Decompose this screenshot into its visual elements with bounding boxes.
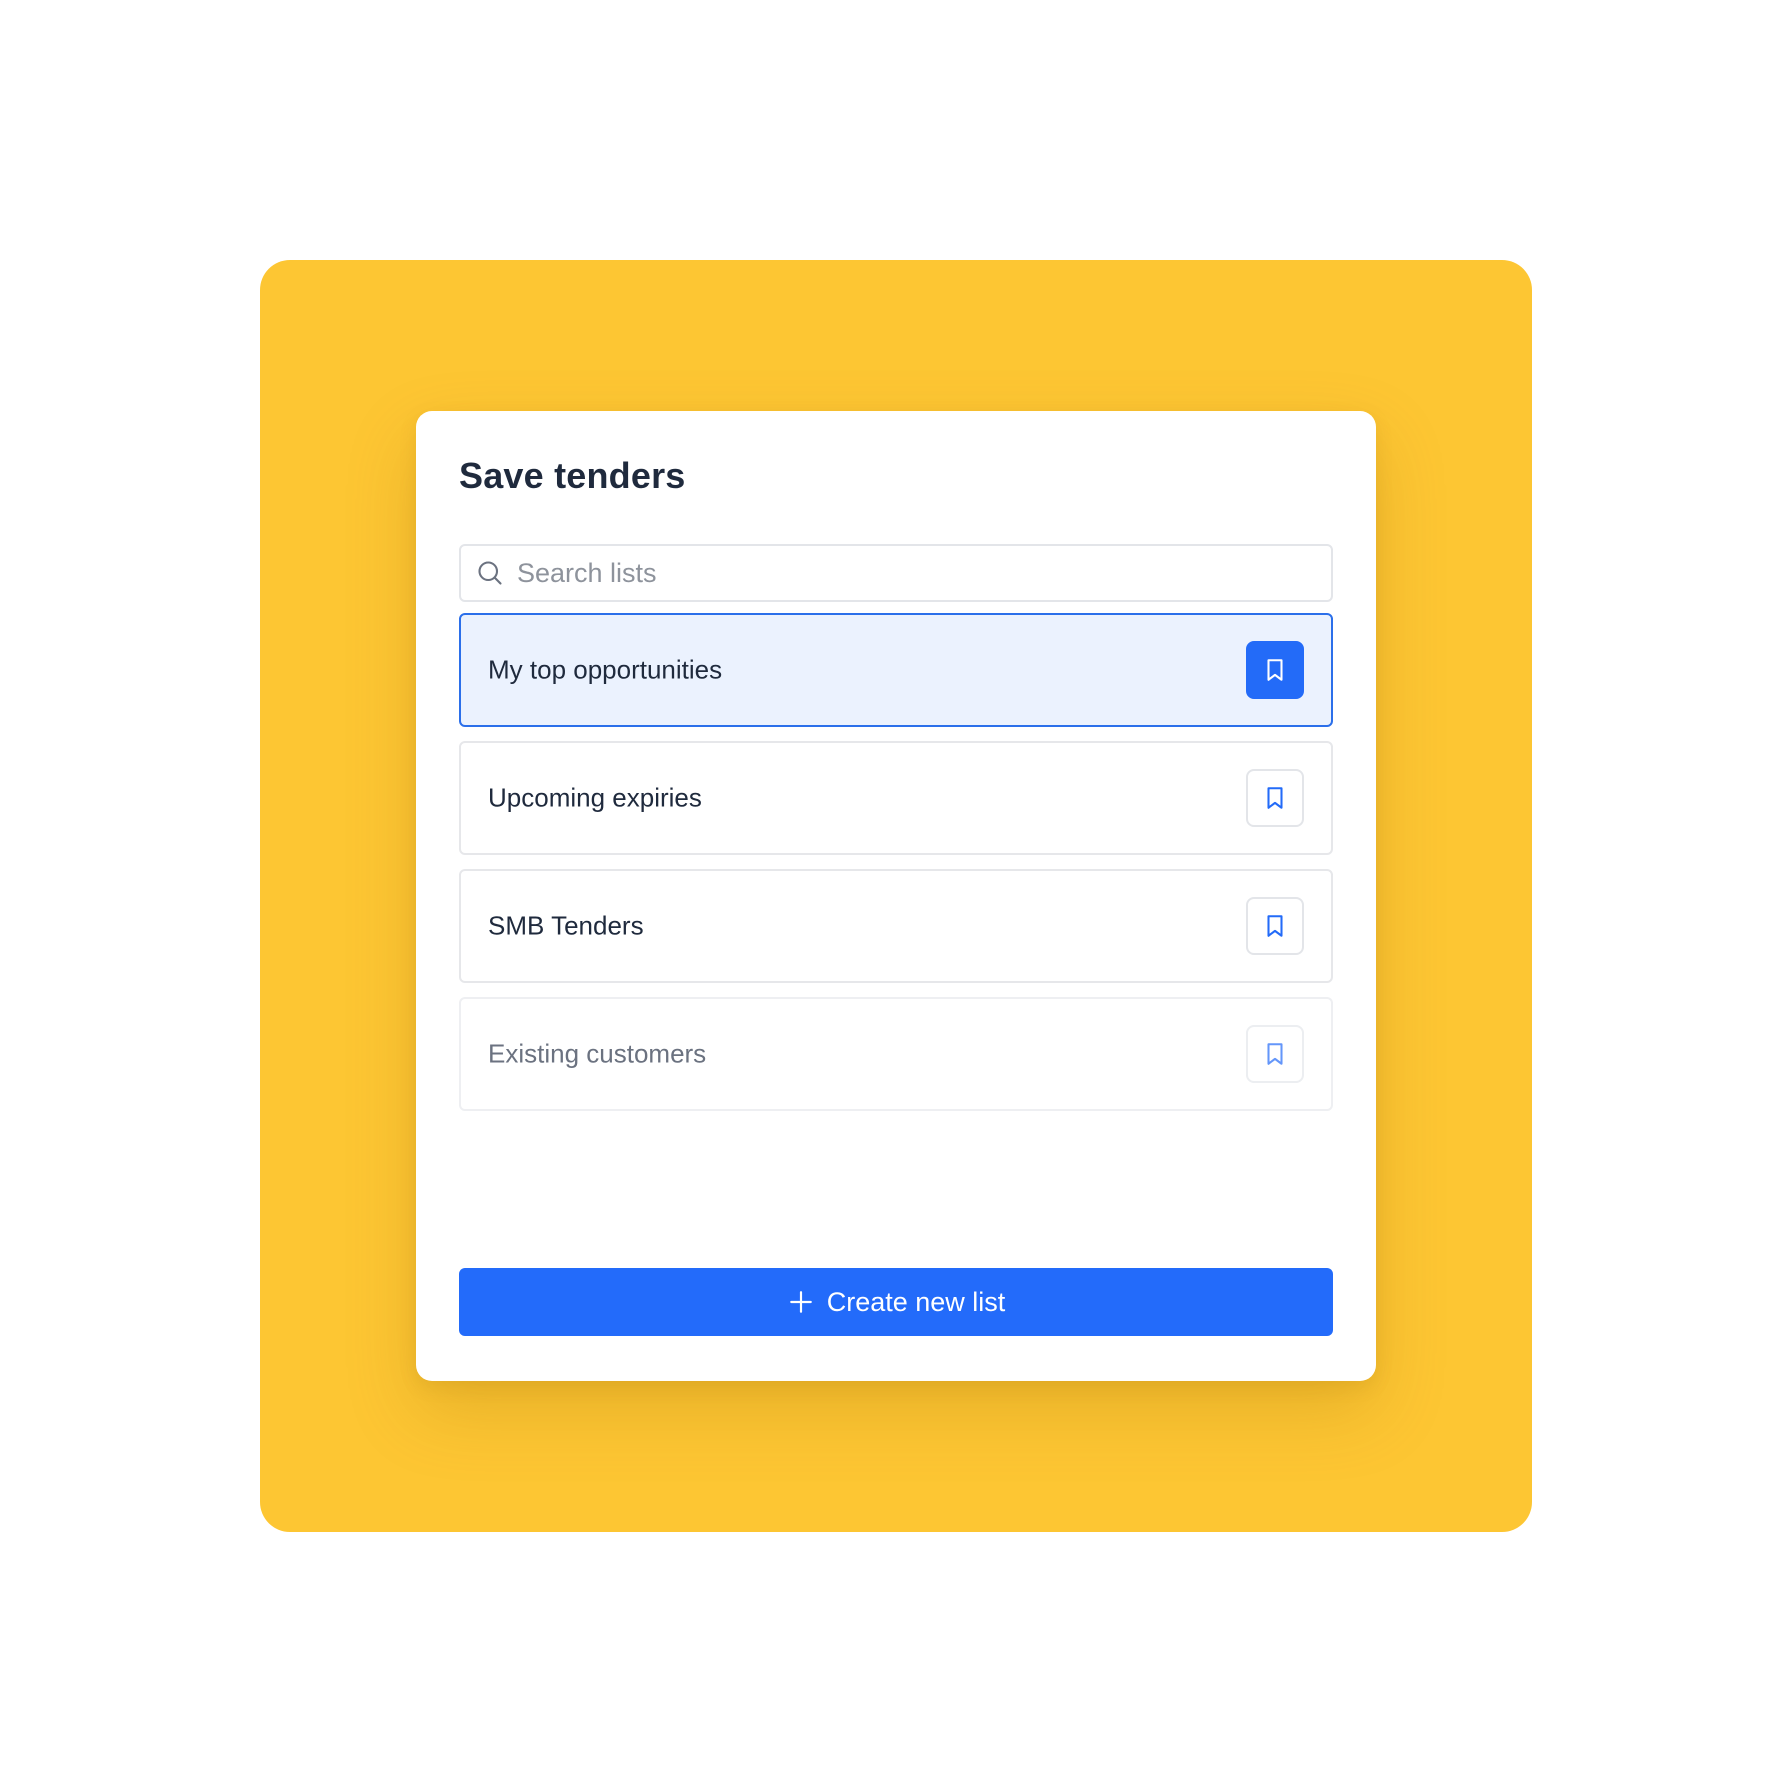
list-item-my-top-opportunities[interactable]: My top opportunities: [459, 613, 1333, 727]
plus-icon: [787, 1288, 815, 1316]
bookmark-icon: [1267, 915, 1283, 937]
bookmark-icon: [1267, 787, 1283, 809]
bookmark-icon: [1267, 659, 1283, 681]
search-icon: [475, 558, 505, 588]
bookmark-button[interactable]: [1246, 641, 1304, 699]
search-input[interactable]: [517, 546, 1331, 600]
list-item-upcoming-expiries[interactable]: Upcoming expiries: [459, 741, 1333, 855]
list-item-existing-customers[interactable]: Existing customers: [459, 997, 1333, 1111]
create-new-list-label: Create new list: [826, 1286, 1006, 1317]
list-item-smb-tenders[interactable]: SMB Tenders: [459, 869, 1333, 983]
dialog-title: Save tenders: [459, 455, 686, 496]
list-item-label: Upcoming expiries: [488, 782, 702, 813]
bookmark-button[interactable]: [1246, 1025, 1304, 1083]
list-item-label: Existing customers: [488, 1038, 707, 1069]
bookmark-icon: [1267, 1043, 1283, 1065]
bookmark-button[interactable]: [1246, 897, 1304, 955]
search-box[interactable]: [459, 544, 1333, 602]
bookmark-button[interactable]: [1246, 769, 1304, 827]
create-new-list-button[interactable]: Create new list: [459, 1268, 1333, 1336]
background-panel: Save tenders My top opportunities Upcomi…: [260, 260, 1532, 1532]
save-tenders-dialog: Save tenders My top opportunities Upcomi…: [416, 411, 1376, 1381]
list-item-label: SMB Tenders: [488, 910, 644, 941]
list-item-label: My top opportunities: [488, 654, 723, 685]
